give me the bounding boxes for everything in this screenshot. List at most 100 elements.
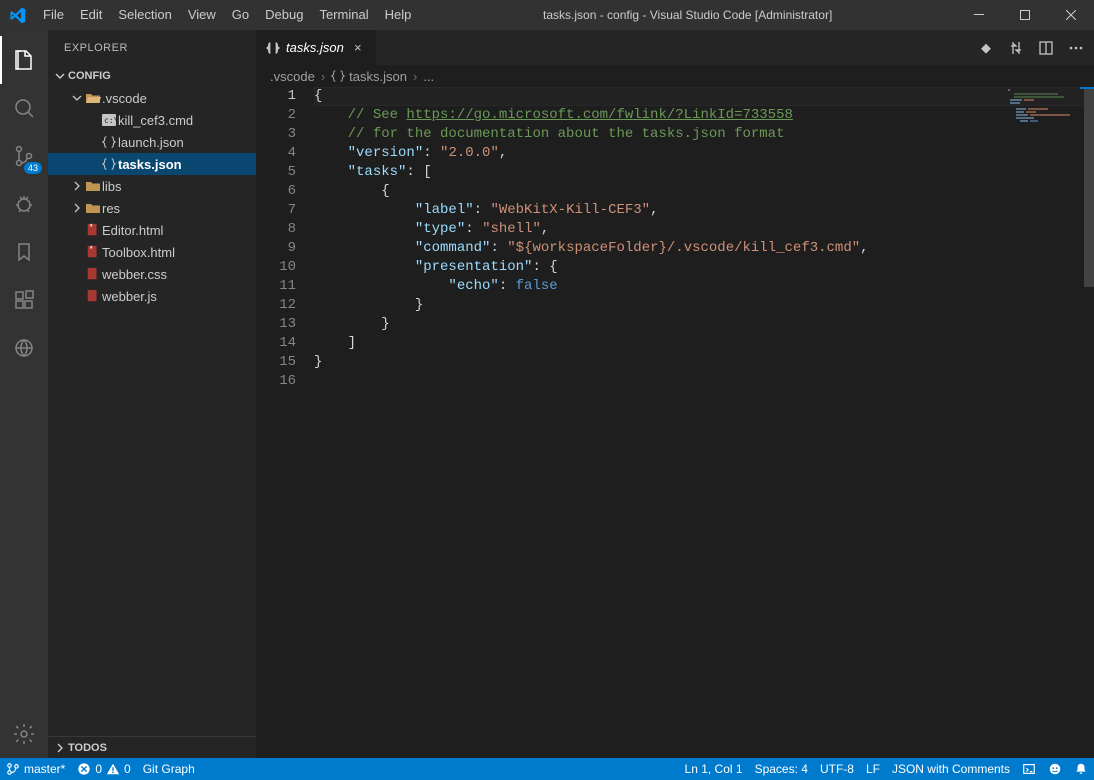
tree-item-label: Editor.html [102,223,163,238]
chevron-right-icon: › [319,69,327,84]
more-icon[interactable] [1068,40,1084,56]
html-icon [84,223,102,237]
tree-file[interactable]: tasks.json [48,153,256,175]
chevron-right-icon: › [411,69,419,84]
status-gitgraph[interactable]: Git Graph [137,758,201,780]
explorer-section-header[interactable]: CONFIG [48,65,256,87]
sidebar-title: EXPLORER [48,30,256,65]
menu-help[interactable]: Help [377,0,420,30]
activity-extensions[interactable] [0,276,48,324]
tree-file[interactable]: launch.json [48,131,256,153]
activity-explorer[interactable] [0,36,48,84]
menu-edit[interactable]: Edit [72,0,110,30]
tree-item-label: libs [102,179,122,194]
errors-count: 0 [95,762,102,776]
html-icon [84,245,102,259]
status-language[interactable]: JSON with Comments [886,758,1016,780]
status-terminal-icon[interactable] [1016,758,1042,780]
file-tree: .vscodec:\kill_cef3.cmdlaunch.jsontasks.… [48,87,256,736]
activity-source-control[interactable]: 43 [0,132,48,180]
chevron-right-icon [70,181,84,191]
status-eol[interactable]: LF [860,758,886,780]
status-bell-icon[interactable] [1068,758,1094,780]
tree-file[interactable]: c:\kill_cef3.cmd [48,109,256,131]
menu-debug[interactable]: Debug [257,0,311,30]
tab-close-button[interactable]: × [350,40,366,55]
svg-text:c:\: c:\ [104,116,117,125]
vertical-scrollbar[interactable] [1080,87,1094,758]
activity-search[interactable] [0,84,48,132]
tree-item-label: res [102,201,120,216]
tree-item-label: Toolbox.html [102,245,175,260]
diamond-icon[interactable] [978,40,994,56]
status-indent[interactable]: Spaces: 4 [749,758,814,780]
titlebar: File Edit Selection View Go Debug Termin… [0,0,1094,30]
editor-actions [968,30,1094,65]
activity-debug[interactable] [0,180,48,228]
code-content[interactable]: { // See https://go.microsoft.com/fwlink… [314,87,1094,758]
section-label: CONFIG [68,70,111,82]
sidebar: EXPLORER CONFIG .vscodec:\kill_cef3.cmdl… [48,30,256,758]
menu-terminal[interactable]: Terminal [311,0,376,30]
tab-label: tasks.json [286,40,344,55]
tree-folder[interactable]: libs [48,175,256,197]
chevron-right-icon [52,743,68,753]
status-problems[interactable]: 0 0 [71,758,136,780]
chevron-right-icon [70,203,84,213]
breadcrumb-folder[interactable]: .vscode [270,69,315,84]
warnings-count: 0 [124,762,131,776]
tab-tasks-json[interactable]: tasks.json × [256,30,377,65]
scrollbar-thumb[interactable] [1084,87,1094,287]
status-encoding[interactable]: UTF-8 [814,758,860,780]
editor-tabs: tasks.json × [256,30,1094,65]
css-icon [84,267,102,281]
folder-icon [84,91,102,105]
breadcrumb-tail[interactable]: ... [423,69,434,84]
tree-item-label: webber.css [102,267,167,282]
tree-file[interactable]: webber.css [48,263,256,285]
menu-bar: File Edit Selection View Go Debug Termin… [35,0,419,30]
close-window-button[interactable] [1048,0,1094,30]
vscode-logo-icon [0,7,35,24]
todos-section-header[interactable]: TODOS [48,736,256,758]
tree-file[interactable]: Toolbox.html [48,241,256,263]
minimap[interactable] [1000,87,1080,142]
folder-icon [84,201,102,215]
json-icon [100,135,118,149]
status-branch[interactable]: master* [0,758,71,780]
window-title: tasks.json - config - Visual Studio Code… [419,8,956,22]
tree-file[interactable]: Editor.html [48,219,256,241]
activity-gitgraph[interactable] [0,324,48,372]
todos-label: TODOS [68,742,107,754]
tree-folder[interactable]: .vscode [48,87,256,109]
tree-item-label: launch.json [118,135,184,150]
maximize-button[interactable] [1002,0,1048,30]
breadcrumbs[interactable]: .vscode › tasks.json › ... [256,65,1094,87]
breadcrumb-file[interactable]: tasks.json [349,69,407,84]
split-editor-icon[interactable] [1038,40,1054,56]
scm-badge: 43 [24,162,42,174]
menu-view[interactable]: View [180,0,224,30]
activity-settings[interactable] [0,710,48,758]
tree-file[interactable]: webber.js [48,285,256,307]
chevron-down-icon [52,71,68,81]
tree-folder[interactable]: res [48,197,256,219]
folder-icon [84,179,102,193]
cmd-icon: c:\ [100,113,118,127]
json-icon [266,41,280,55]
menu-file[interactable]: File [35,0,72,30]
status-cursor[interactable]: Ln 1, Col 1 [679,758,749,780]
status-feedback-icon[interactable] [1042,758,1068,780]
js-icon [84,289,102,303]
tree-item-label: kill_cef3.cmd [118,113,193,128]
minimize-button[interactable] [956,0,1002,30]
overview-mark [1080,87,1094,89]
menu-go[interactable]: Go [224,0,257,30]
editor-body[interactable]: 12345678910111213141516 { // See https:/… [256,87,1094,758]
menu-selection[interactable]: Selection [110,0,179,30]
compare-icon[interactable] [1008,40,1024,56]
editor-area: tasks.json × .vscode › tasks.json › ... … [256,30,1094,758]
json-icon [100,157,118,171]
activity-bookmarks[interactable] [0,228,48,276]
status-bar: master* 0 0 Git Graph Ln 1, Col 1 Spaces… [0,758,1094,780]
